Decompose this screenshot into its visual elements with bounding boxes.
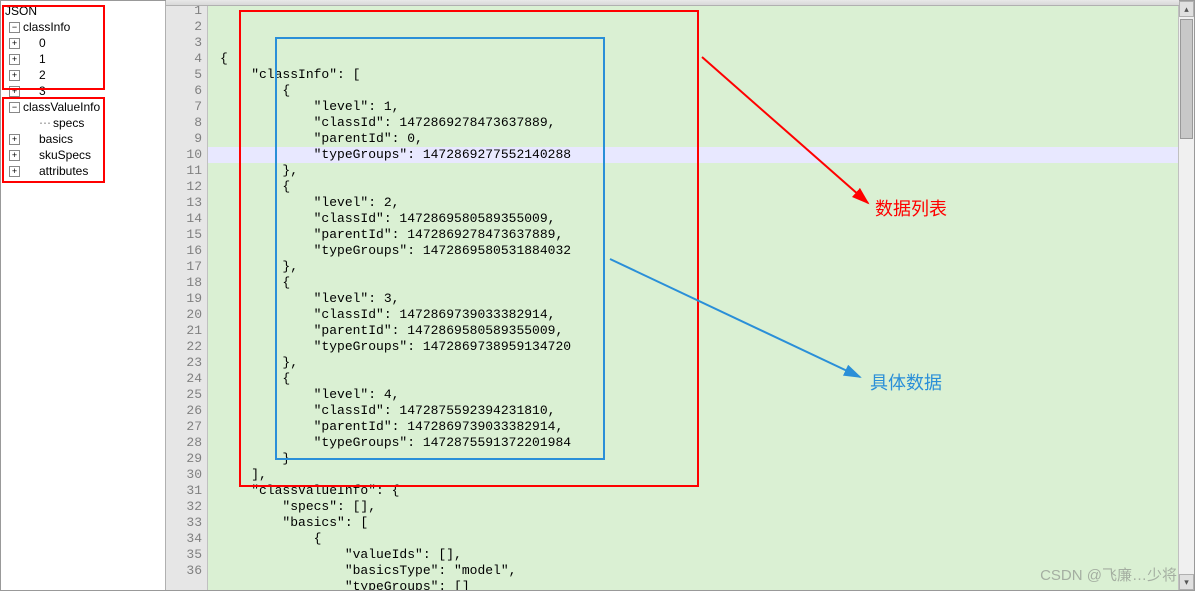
annotation-label-red: 数据列表 <box>875 195 947 221</box>
tree-node-2[interactable]: 2 <box>5 67 165 83</box>
vertical-scrollbar[interactable]: ▴ ▾ <box>1178 1 1194 590</box>
tree-node-specs[interactable]: ⋯specs <box>5 115 165 131</box>
toolbar-stub <box>166 0 1179 6</box>
tree-node-1[interactable]: 1 <box>5 51 165 67</box>
tree-node-attributes[interactable]: attributes <box>5 163 165 179</box>
code-content: { "classInfo": [ { "level": 1, "classId"… <box>220 51 1178 590</box>
tree-node-classvalueinfo[interactable]: classValueInfo <box>5 99 165 115</box>
code-editor-panel: 1234567891011121314151617181920212223242… <box>166 1 1194 590</box>
annotation-label-blue: 具体数据 <box>870 369 942 395</box>
app-container: JSON classInfo 0 1 2 3 classValueInfo ⋯s… <box>0 0 1195 591</box>
tree-node-classinfo[interactable]: classInfo <box>5 19 165 35</box>
tree-node-skuspecs[interactable]: skuSpecs <box>5 147 165 163</box>
json-tree-panel[interactable]: JSON classInfo 0 1 2 3 classValueInfo ⋯s… <box>1 1 166 590</box>
tree-node-3[interactable]: 3 <box>5 83 165 99</box>
tree-root-label[interactable]: JSON <box>5 3 165 19</box>
scroll-down-arrow[interactable]: ▾ <box>1179 574 1194 590</box>
scroll-thumb[interactable] <box>1180 19 1193 139</box>
scroll-up-arrow[interactable]: ▴ <box>1179 1 1194 17</box>
watermark: CSDN @飞廉…少将 <box>1040 564 1177 585</box>
code-area[interactable]: { "classInfo": [ { "level": 1, "classId"… <box>208 1 1178 590</box>
tree-node-0[interactable]: 0 <box>5 35 165 51</box>
tree-node-basics[interactable]: basics <box>5 131 165 147</box>
line-number-gutter: 1234567891011121314151617181920212223242… <box>166 1 208 590</box>
